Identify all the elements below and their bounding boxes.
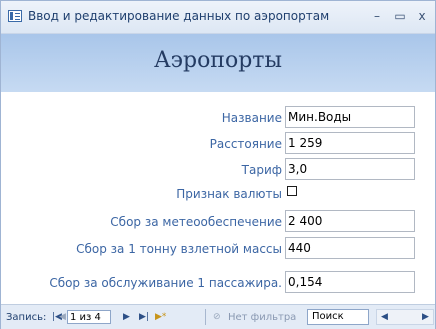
- weather-fee-field[interactable]: 2 400: [285, 210, 415, 232]
- prev-record-icon[interactable]: ◀: [59, 312, 66, 322]
- close-button[interactable]: x: [413, 7, 431, 25]
- distance-field[interactable]: 1 259: [285, 132, 415, 154]
- form-title: Аэропорты: [154, 48, 282, 73]
- takeoff-fee-field[interactable]: 440: [285, 237, 415, 259]
- distance-label: Расстояние: [209, 137, 282, 151]
- last-record-icon[interactable]: ▶|: [139, 312, 149, 322]
- minimize-button[interactable]: –: [368, 7, 386, 25]
- scroll-right-icon[interactable]: ▶: [422, 312, 429, 322]
- currency-checkbox[interactable]: [287, 186, 297, 196]
- scroll-left-icon[interactable]: ◀: [381, 312, 388, 322]
- passenger-fee-label: Сбор за обслуживание 1 пассажира.: [49, 276, 282, 290]
- name-field[interactable]: Мин.Воды: [285, 106, 415, 128]
- takeoff-fee-label: Сбор за 1 тонну взлетной массы: [76, 242, 282, 256]
- next-record-icon[interactable]: ▶: [123, 312, 130, 322]
- maximize-button[interactable]: ▭: [391, 7, 409, 25]
- passenger-fee-field[interactable]: 0,154: [285, 271, 415, 293]
- nav-divider: [205, 309, 206, 325]
- weather-fee-label: Сбор за метеообеспечение: [110, 215, 282, 229]
- name-label: Название: [221, 111, 282, 125]
- record-position-input[interactable]: 1 из 4: [67, 310, 111, 324]
- form-header: Аэропорты: [1, 34, 435, 92]
- tariff-label: Тариф: [241, 163, 282, 177]
- search-input[interactable]: Поиск: [307, 309, 369, 325]
- record-navigation-bar: Запись: |◀ ◀ 1 из 4 ▶ ▶| ▶* ⊘ Нет фильтр…: [1, 304, 435, 329]
- title-bar: Ввод и редактирование данных по аэропорт…: [1, 1, 435, 34]
- filter-status[interactable]: Нет фильтра: [228, 312, 296, 323]
- window-title: Ввод и редактирование данных по аэропорт…: [28, 9, 330, 23]
- new-record-icon[interactable]: ▶*: [155, 312, 166, 322]
- form-icon: [8, 10, 22, 22]
- horizontal-scrollbar[interactable]: ◀ ▶: [376, 309, 434, 325]
- filter-icon: ⊘: [213, 312, 221, 322]
- tariff-field[interactable]: 3,0: [285, 158, 415, 180]
- record-label: Запись:: [6, 312, 47, 323]
- form-window: Ввод и редактирование данных по аэропорт…: [0, 0, 436, 329]
- currency-label: Признак валюты: [176, 187, 282, 201]
